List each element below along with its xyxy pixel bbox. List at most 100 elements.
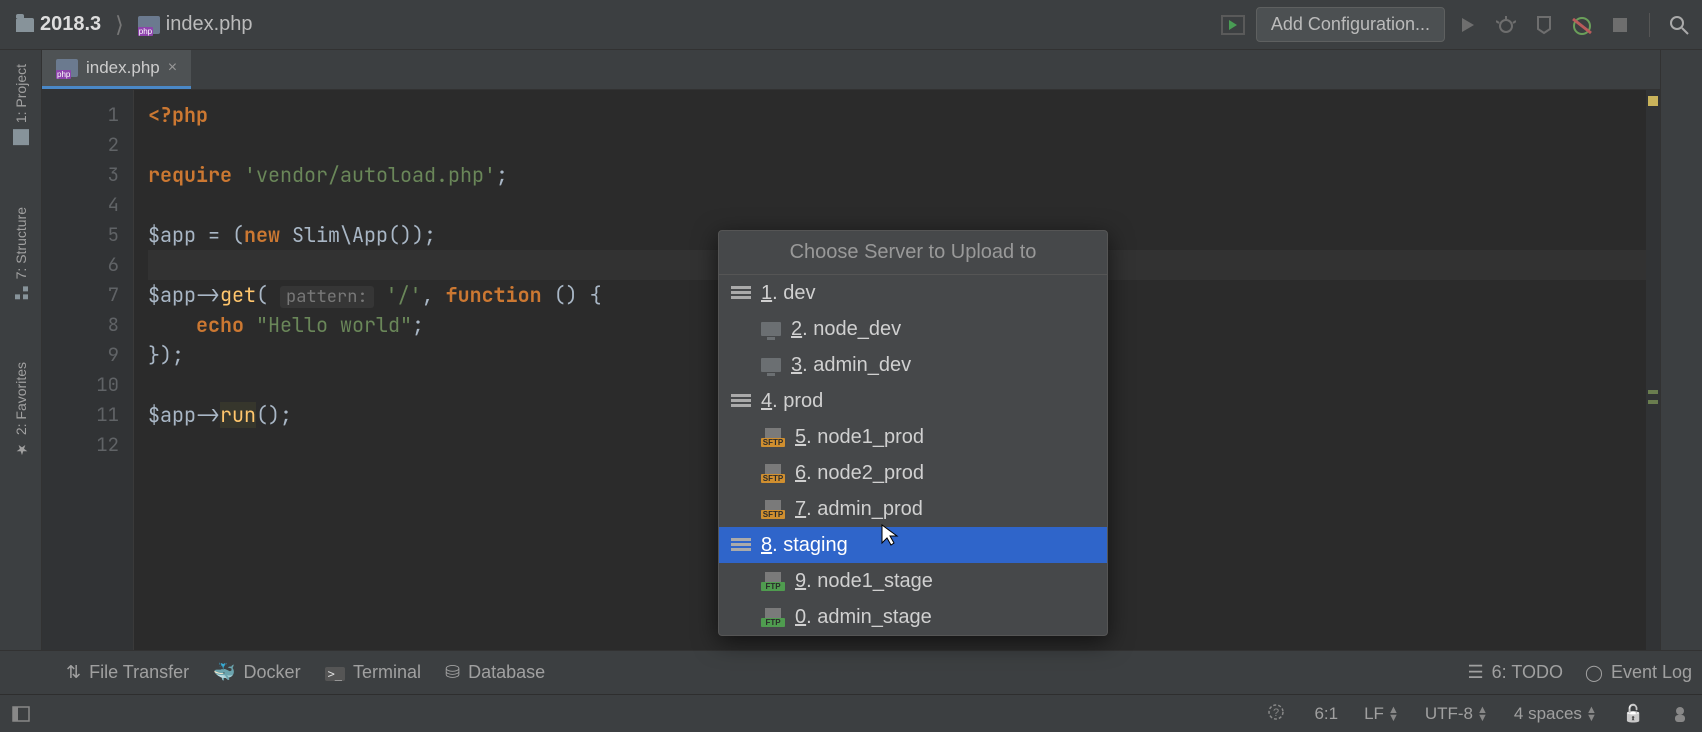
structure-tool-button[interactable]: 7: Structure bbox=[13, 199, 29, 307]
code-token: new bbox=[244, 222, 280, 248]
server-item-label: 7. admin_prod bbox=[795, 498, 923, 521]
favorites-tool-label: 2: Favorites bbox=[13, 362, 29, 435]
tab-label: index.php bbox=[86, 58, 160, 78]
breadcrumb-root[interactable]: 2018.3 bbox=[8, 9, 109, 40]
hector-icon[interactable] bbox=[1670, 704, 1690, 724]
server-item-node_dev[interactable]: 2. node_dev bbox=[719, 311, 1107, 347]
left-tool-rail: 1: Project 7: Structure ★ 2: Favorites bbox=[0, 50, 42, 650]
code-token: $app bbox=[148, 402, 196, 428]
server-item-label: 5. node1_prod bbox=[795, 426, 924, 449]
php-file-icon bbox=[138, 16, 160, 34]
todo-tool-button[interactable]: 6: TODO bbox=[1468, 662, 1564, 683]
event-log-label: Event Log bbox=[1611, 662, 1692, 683]
sftp-icon: SFTP bbox=[761, 428, 785, 447]
server-item-node1_prod[interactable]: SFTP 5. node1_prod bbox=[719, 419, 1107, 455]
ftp-icon: FTP bbox=[761, 608, 785, 627]
server-icon bbox=[731, 538, 751, 552]
tool-windows-toggle-icon[interactable] bbox=[12, 706, 30, 722]
readonly-lock-icon[interactable] bbox=[1623, 704, 1644, 724]
code-token: get bbox=[220, 282, 256, 308]
structure-tool-label: 7: Structure bbox=[13, 207, 29, 279]
code-token: $app bbox=[148, 282, 196, 308]
warning-marker[interactable] bbox=[1648, 96, 1658, 106]
host-icon bbox=[761, 322, 781, 336]
file-transfer-tool-button[interactable]: ⇅ File Transfer bbox=[66, 662, 189, 683]
server-item-admin_prod[interactable]: SFTP 7. admin_prod bbox=[719, 491, 1107, 527]
sftp-icon: SFTP bbox=[761, 464, 785, 483]
server-item-admin_stage[interactable]: FTP0. admin_stage bbox=[719, 599, 1107, 635]
breadcrumb-root-label: 2018.3 bbox=[40, 13, 101, 36]
project-tool-button[interactable]: 1: Project bbox=[13, 56, 29, 153]
coverage-icon[interactable] bbox=[1529, 10, 1559, 40]
database-tool-button[interactable]: Database bbox=[445, 662, 545, 683]
event-log-icon bbox=[1585, 662, 1603, 683]
encoding-selector[interactable]: UTF-8▲▼ bbox=[1425, 704, 1488, 724]
server-item-label: 8. staging bbox=[761, 534, 848, 557]
code-token: () { bbox=[542, 282, 602, 308]
caret-position[interactable]: 6:1 bbox=[1314, 704, 1338, 724]
event-log-tool-button[interactable]: Event Log bbox=[1585, 662, 1692, 683]
server-item-node1_stage[interactable]: FTP 9. node1_stage bbox=[719, 563, 1107, 599]
todo-label: 6: TODO bbox=[1492, 662, 1563, 683]
context-help-icon[interactable]: ? bbox=[1268, 704, 1288, 724]
structure-icon bbox=[14, 286, 28, 300]
docker-tool-button[interactable]: 🐳 Docker bbox=[213, 662, 300, 683]
marker[interactable] bbox=[1648, 400, 1658, 404]
line-separator-selector[interactable]: LF▲▼ bbox=[1364, 704, 1399, 724]
add-configuration-button[interactable]: Add Configuration... bbox=[1256, 7, 1445, 42]
code-token: = ( bbox=[196, 222, 244, 248]
server-item-label: 4. prod bbox=[761, 390, 823, 413]
server-item-dev[interactable]: 1. dev bbox=[719, 275, 1107, 311]
breadcrumb-file-label: index.php bbox=[166, 13, 253, 36]
run-target-icon[interactable] bbox=[1218, 10, 1248, 40]
server-item-admin_dev[interactable]: 3. admin_dev bbox=[719, 347, 1107, 383]
code-token: $app bbox=[148, 222, 196, 248]
bottom-tool-bar: ⇅ File Transfer 🐳 Docker Terminal Databa… bbox=[0, 650, 1702, 694]
marker[interactable] bbox=[1648, 390, 1658, 394]
code-token: function bbox=[446, 282, 542, 308]
choose-server-popup: Choose Server to Upload to 1. dev2. node… bbox=[718, 230, 1108, 636]
navigation-toolbar: 2018.3 ⟩ index.php Add Configuration... bbox=[0, 0, 1702, 50]
code-token: echo bbox=[196, 312, 244, 338]
favorites-tool-button[interactable]: ★ 2: Favorites bbox=[13, 354, 29, 465]
editor-tab-index-php[interactable]: index.php × bbox=[42, 50, 191, 89]
server-icon bbox=[731, 394, 751, 408]
code-token: '/' bbox=[386, 282, 422, 308]
sftp-icon: SFTP bbox=[761, 500, 785, 519]
server-item-node2_prod[interactable]: SFTP6. node2_prod bbox=[719, 455, 1107, 491]
breadcrumb-file[interactable]: index.php bbox=[130, 9, 261, 40]
code-token: -> bbox=[196, 402, 220, 428]
code-token: require bbox=[148, 162, 232, 188]
popup-title: Choose Server to Upload to bbox=[719, 231, 1107, 275]
right-tool-rail bbox=[1660, 50, 1702, 650]
server-item-staging[interactable]: 8. staging bbox=[719, 527, 1107, 563]
stop-icon[interactable] bbox=[1605, 10, 1635, 40]
profiler-icon[interactable] bbox=[1567, 10, 1597, 40]
error-stripe[interactable] bbox=[1646, 90, 1660, 650]
terminal-label: Terminal bbox=[353, 662, 421, 683]
server-item-label: 9. node1_stage bbox=[795, 570, 933, 593]
code-token: (); bbox=[256, 402, 292, 428]
todo-icon bbox=[1468, 662, 1484, 683]
editor-tabs: index.php × bbox=[42, 50, 1660, 90]
code-token: -> bbox=[196, 282, 220, 308]
run-icon[interactable] bbox=[1453, 10, 1483, 40]
code-token: 'vendor/autoload.php' bbox=[244, 162, 496, 188]
indent-selector[interactable]: 4 spaces▲▼ bbox=[1514, 704, 1597, 724]
file-transfer-label: File Transfer bbox=[89, 662, 189, 683]
close-tab-icon[interactable]: × bbox=[168, 59, 177, 77]
terminal-icon bbox=[325, 662, 345, 683]
search-everywhere-icon[interactable] bbox=[1664, 10, 1694, 40]
code-token: }); bbox=[148, 342, 184, 368]
debug-icon[interactable] bbox=[1491, 10, 1521, 40]
svg-text:?: ? bbox=[1273, 707, 1279, 719]
folder-icon bbox=[13, 129, 29, 145]
ftp-icon: FTP bbox=[761, 572, 785, 591]
server-item-prod[interactable]: 4. prod bbox=[719, 383, 1107, 419]
breadcrumb: 2018.3 ⟩ index.php bbox=[8, 9, 261, 40]
terminal-tool-button[interactable]: Terminal bbox=[325, 662, 421, 683]
mouse-cursor-icon bbox=[880, 523, 900, 547]
code-token: Slim\App()); bbox=[280, 222, 436, 248]
parameter-hint: pattern: bbox=[280, 286, 374, 308]
database-label: Database bbox=[468, 662, 545, 683]
